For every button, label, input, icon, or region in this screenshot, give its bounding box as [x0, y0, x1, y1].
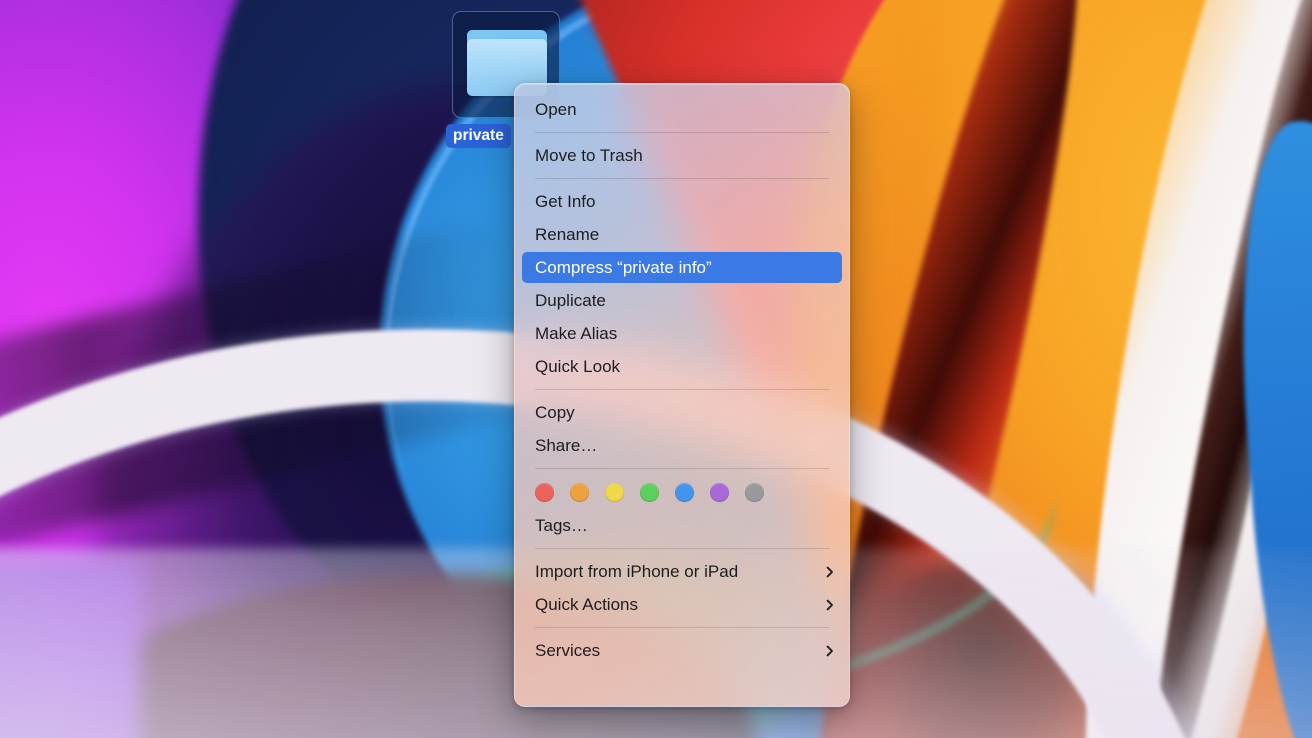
menu-item-compress[interactable]: Compress “private info”: [515, 251, 849, 284]
menu-item-label: Services: [535, 634, 814, 667]
chevron-right-icon: [824, 645, 836, 657]
menu-item-open[interactable]: Open: [515, 93, 849, 126]
menu-separator: [535, 548, 829, 549]
menu-item-label: Import from iPhone or iPad: [535, 555, 814, 588]
menu-item-label: Tags…: [535, 509, 836, 542]
wallpaper-amber-glow: [940, 0, 1312, 620]
menu-item-move-to-trash[interactable]: Move to Trash: [515, 139, 849, 172]
red-tag[interactable]: [535, 483, 554, 502]
folder-icon-label[interactable]: private: [446, 124, 511, 148]
chevron-right-icon: [824, 599, 836, 611]
menu-item-get-info[interactable]: Get Info: [515, 185, 849, 218]
wallpaper-white-band-right: [1032, 0, 1312, 738]
menu-item-import-from-iphone-or-ipad[interactable]: Import from iPhone or iPad: [515, 555, 849, 588]
menu-separator: [535, 178, 829, 179]
gray-tag[interactable]: [745, 483, 764, 502]
menu-separator: [535, 627, 829, 628]
yellow-tag[interactable]: [605, 483, 624, 502]
menu-item-label: Share…: [535, 429, 836, 462]
wallpaper-dark-edge-band: [0, 213, 553, 586]
menu-item-label: Compress “private info”: [535, 251, 836, 284]
orange-tag[interactable]: [570, 483, 589, 502]
menu-item-copy[interactable]: Copy: [515, 396, 849, 429]
menu-item-label: Quick Look: [535, 350, 836, 383]
wallpaper-magenta-field: [0, 0, 480, 738]
menu-item-label: Make Alias: [535, 317, 836, 350]
menu-item-label: Copy: [535, 396, 836, 429]
menu-item-duplicate[interactable]: Duplicate: [515, 284, 849, 317]
menu-separator: [535, 468, 829, 469]
menu-item-label: Get Info: [535, 185, 836, 218]
wallpaper-violet-sliver: [0, 560, 140, 738]
context-menu[interactable]: Open Move to Trash Get Info Rename Compr…: [514, 83, 850, 707]
green-tag[interactable]: [640, 483, 659, 502]
menu-item-rename[interactable]: Rename: [515, 218, 849, 251]
menu-item-quick-actions[interactable]: Quick Actions: [515, 588, 849, 621]
menu-item-label: Duplicate: [535, 284, 836, 317]
purple-tag[interactable]: [710, 483, 729, 502]
menu-item-label: Quick Actions: [535, 588, 814, 621]
menu-item-make-alias[interactable]: Make Alias: [515, 317, 849, 350]
menu-item-label: Move to Trash: [535, 139, 836, 172]
menu-item-tags[interactable]: Tags…: [515, 509, 849, 542]
wallpaper-dark-streak-right: [1125, 0, 1312, 738]
menu-item-label: Open: [535, 93, 836, 126]
wallpaper-blue-sliver-right: [1226, 115, 1312, 738]
menu-item-quick-look[interactable]: Quick Look: [515, 350, 849, 383]
menu-item-share[interactable]: Share…: [515, 429, 849, 462]
menu-item-services[interactable]: Services: [515, 634, 849, 667]
desktop-screen: private Open Move to Trash Get Info Rena…: [0, 0, 1312, 738]
blue-tag[interactable]: [675, 483, 694, 502]
menu-item-label: Rename: [535, 218, 836, 251]
menu-separator: [535, 132, 829, 133]
tag-color-swatches[interactable]: [515, 475, 849, 509]
menu-separator: [535, 389, 829, 390]
chevron-right-icon: [824, 566, 836, 578]
